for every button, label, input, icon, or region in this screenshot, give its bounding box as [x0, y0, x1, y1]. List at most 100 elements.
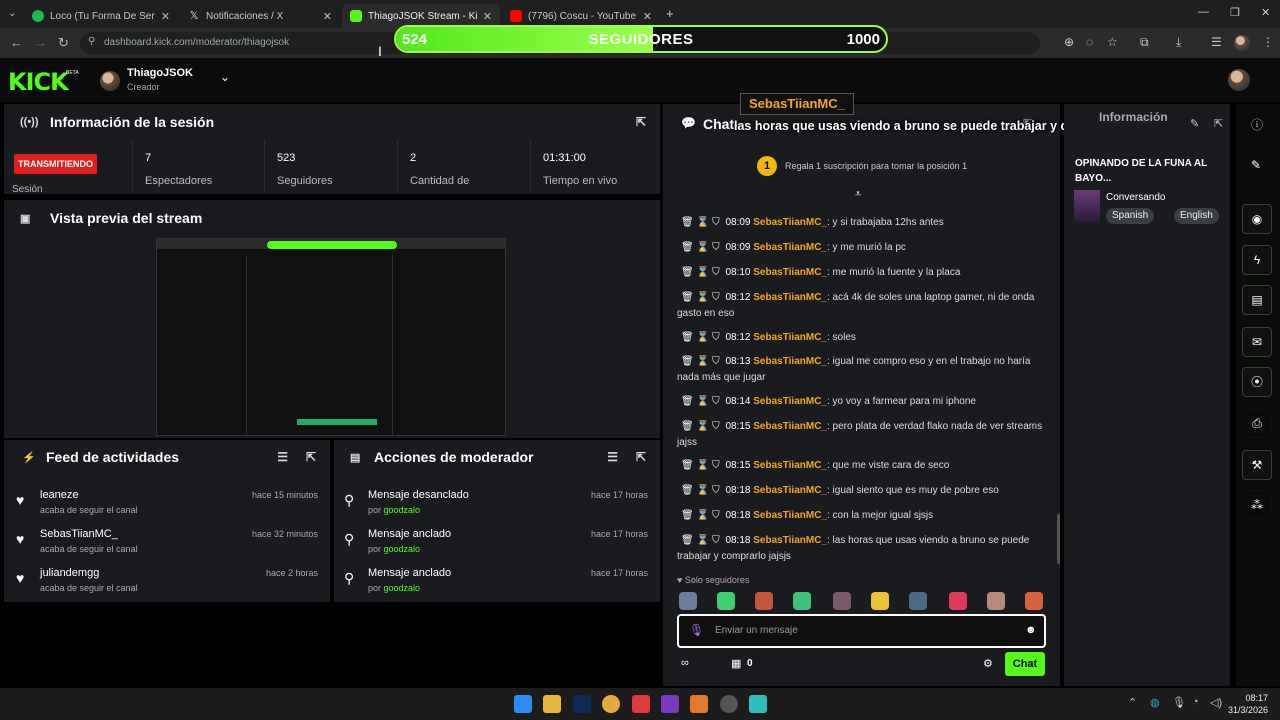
app-icon[interactable] [632, 695, 650, 713]
msg-user[interactable]: SebasTiianMC_ [753, 267, 827, 278]
msg-user[interactable]: SebasTiianMC_ [753, 292, 827, 303]
language-tag[interactable]: Spanish [1106, 208, 1155, 224]
msg-user[interactable]: SebasTiianMC_ [753, 217, 827, 228]
window-close-icon[interactable]: ✕ [1261, 6, 1270, 19]
mod-tools-icon[interactable]: 🗑⌛⛉ [677, 267, 723, 278]
print-icon[interactable]: ⎙ [1242, 408, 1272, 438]
chat-scrollbar[interactable] [1057, 514, 1060, 564]
emote-icon[interactable] [1025, 592, 1043, 610]
msg-user[interactable]: SebasTiianMC_ [753, 356, 827, 367]
clock-time[interactable]: 08:17 [1234, 693, 1268, 703]
zoom-icon[interactable]: ⊕ [1064, 35, 1074, 49]
wrench-icon[interactable]: ⚒ [1242, 450, 1272, 480]
stream-preview-video[interactable] [156, 238, 506, 436]
browser-tab[interactable]: 𝕏 Notificaciones / X ✕ [180, 4, 340, 28]
popout-icon[interactable]: ⇱ [306, 450, 316, 464]
popout-icon[interactable]: ⇱ [1214, 117, 1223, 130]
close-icon[interactable]: ✕ [323, 10, 332, 23]
camera-icon[interactable]: ◉ [1242, 204, 1272, 234]
account-avatar[interactable] [1228, 69, 1250, 91]
mod-tools-icon[interactable]: 🗑⌛⛉ [677, 396, 723, 407]
photoshop-icon[interactable] [573, 695, 591, 713]
emote-icon[interactable] [717, 592, 735, 610]
mod-tools-icon[interactable]: 🗑⌛⛉ [677, 242, 723, 253]
close-icon[interactable]: ✕ [483, 10, 492, 23]
collapse-icon[interactable]: ⩡ [855, 188, 861, 201]
category-thumbnail[interactable] [1074, 190, 1100, 222]
close-icon[interactable]: ✕ [643, 10, 652, 23]
mod-tools-icon[interactable]: 🗑⌛⛉ [677, 356, 723, 367]
share-icon[interactable]: ⁂ [1242, 490, 1272, 520]
minimize-icon[interactable]: — [1198, 6, 1209, 18]
edit-icon[interactable]: ✎ [1190, 117, 1199, 130]
forward-icon[interactable]: → [34, 35, 47, 50]
send-chat-button[interactable]: Chat [1005, 652, 1045, 676]
msg-user[interactable]: SebasTiianMC_ [753, 396, 827, 407]
tab-list-icon[interactable]: ⌄ [8, 8, 16, 19]
emoji-icon[interactable]: ☻ [1025, 624, 1037, 636]
lightning-icon[interactable]: ϟ [1242, 245, 1272, 275]
mod-tools-icon[interactable]: 🗑⌛⛉ [677, 460, 723, 471]
moderator-name[interactable]: goodzalo [384, 505, 421, 515]
file-explorer-icon[interactable] [543, 695, 561, 713]
browser-tab[interactable]: Loco (Tu Forma De Ser) • L ✕ [24, 4, 178, 28]
msg-user[interactable]: SebasTiianMC_ [753, 460, 827, 471]
broadcast-icon[interactable]: ⦿ [1242, 367, 1272, 397]
chevron-down-icon[interactable]: ⌄ [220, 70, 230, 84]
maximize-icon[interactable]: ❐ [1230, 6, 1240, 19]
mod-tools-icon[interactable]: 🗑⌛⛉ [677, 421, 723, 432]
mod-tools-icon[interactable]: 🗑⌛⛉ [677, 292, 723, 303]
filter-icon[interactable]: ☰ [277, 450, 288, 464]
points-icon[interactable]: ∞ [681, 657, 689, 669]
reload-icon[interactable]: ↻ [58, 35, 69, 51]
popout-icon[interactable]: ⇱ [636, 450, 646, 464]
mod-tools-icon[interactable]: 🗑⌛⛉ [677, 217, 723, 228]
wifi-icon[interactable]: ◔ [1192, 696, 1199, 708]
emote-icon[interactable] [871, 592, 889, 610]
microphone-icon[interactable]: 🎙 [689, 623, 704, 637]
msg-user[interactable]: SebasTiianMC_ [753, 485, 827, 496]
follower-name[interactable]: leaneze [40, 489, 79, 501]
popout-icon[interactable]: ⇱ [636, 115, 646, 129]
reading-list-icon[interactable]: ☰ [1211, 35, 1222, 49]
mod-tools-icon[interactable]: 🗑⌛⛉ [677, 332, 723, 343]
moderator-name[interactable]: goodzalo [384, 544, 421, 554]
gift-cta[interactable]: Regala 1 suscripción para tomar la posic… [785, 161, 967, 171]
filter-icon[interactable]: ☰ [607, 450, 618, 464]
kick-logo[interactable]: KICK [8, 68, 69, 96]
chat-icon[interactable]: ✉ [1242, 327, 1272, 357]
app-icon[interactable] [661, 695, 679, 713]
msg-user[interactable]: SebasTiianMC_ [753, 332, 827, 343]
notes-icon[interactable]: ▤ [1242, 285, 1272, 315]
msg-user[interactable]: SebasTiianMC_ [753, 535, 827, 546]
clock-date[interactable]: 31/3/2026 [1222, 705, 1268, 715]
tray-icon[interactable]: ◍ [1150, 696, 1160, 709]
info-icon[interactable]: ⓘ [1251, 116, 1263, 133]
download-icon[interactable]: ⤓ [1176, 35, 1181, 50]
msg-user[interactable]: SebasTiianMC_ [753, 510, 827, 521]
new-tab-icon[interactable]: + [666, 6, 674, 21]
tray-chevron-icon[interactable]: ⌃ [1128, 696, 1137, 709]
site-info-icon[interactable]: ⚲ [88, 36, 95, 47]
emote-icon[interactable] [793, 592, 811, 610]
notepad-icon[interactable] [749, 695, 767, 713]
msg-user[interactable]: SebasTiianMC_ [753, 421, 827, 432]
moderator-name[interactable]: goodzalo [384, 583, 421, 593]
emote-icon[interactable] [755, 592, 773, 610]
mic-tray-icon[interactable]: 🎙 [1172, 696, 1186, 709]
close-icon[interactable]: ✕ [161, 10, 170, 23]
volume-icon[interactable]: ◁) [1210, 696, 1222, 709]
star-icon[interactable]: ☆ [1107, 35, 1118, 49]
emote-icon[interactable] [987, 592, 1005, 610]
start-icon[interactable] [514, 695, 532, 713]
menu-dots-icon[interactable]: ⋮ [1262, 35, 1274, 49]
mod-tools-icon[interactable]: 🗑⌛⛉ [677, 535, 723, 546]
chat-input[interactable]: 🎙 Enviar un mensaje ☻ [677, 614, 1046, 648]
language-tag[interactable]: English [1174, 208, 1219, 224]
profile-avatar[interactable] [1234, 35, 1250, 51]
chrome-icon[interactable] [602, 695, 620, 713]
msg-user[interactable]: SebasTiianMC_ [753, 242, 827, 253]
emote-icon[interactable] [909, 592, 927, 610]
follower-name[interactable]: SebasTiianMC_ [40, 528, 118, 540]
category-name[interactable]: Conversando [1106, 192, 1165, 203]
